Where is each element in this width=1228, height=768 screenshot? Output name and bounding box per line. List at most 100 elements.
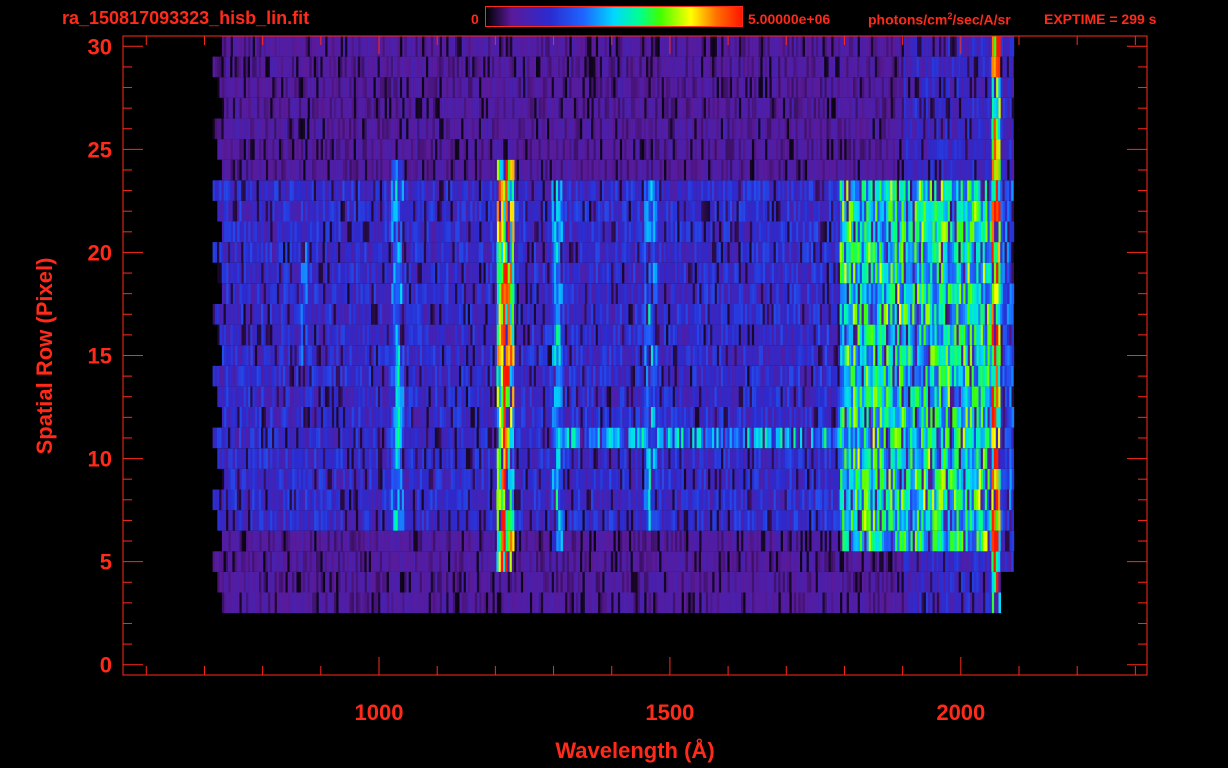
heatmap-cell <box>646 365 649 387</box>
heatmap-cell <box>862 530 865 552</box>
heatmap-cell <box>483 345 487 366</box>
heatmap-cell <box>292 345 295 366</box>
heatmap-cell <box>782 530 786 552</box>
heatmap-cell <box>316 386 319 407</box>
heatmap-cell <box>509 510 513 531</box>
heatmap-cell <box>311 551 315 572</box>
heatmap-cell <box>969 510 973 531</box>
heatmap-cell <box>888 592 891 614</box>
heatmap-cell <box>527 448 530 469</box>
heatmap-cell <box>424 530 427 552</box>
heatmap-cell <box>219 448 222 469</box>
heatmap-cell <box>738 551 741 572</box>
heatmap-cell <box>1005 530 1008 552</box>
heatmap-cell <box>287 427 290 449</box>
heatmap-cell <box>342 551 345 572</box>
heatmap-cell <box>549 345 553 366</box>
heatmap-cell <box>962 489 966 511</box>
heatmap-cell <box>729 324 733 346</box>
heatmap-cell <box>749 407 753 428</box>
heatmap-cell <box>615 427 618 449</box>
heatmap-cell <box>419 427 422 449</box>
heatmap-cell <box>252 468 256 490</box>
heatmap-cell <box>518 551 521 572</box>
heatmap-cell <box>446 530 449 552</box>
heatmap-cell <box>393 386 396 407</box>
heatmap-cell <box>670 407 674 428</box>
heatmap-cell <box>514 407 517 428</box>
heatmap-cell <box>345 407 348 428</box>
heatmap-cell <box>496 386 500 407</box>
heatmap-cell <box>390 365 394 387</box>
heatmap-cell <box>551 386 555 407</box>
heatmap-cell <box>624 365 627 387</box>
heatmap-cell <box>556 386 559 407</box>
heatmap-cell <box>756 489 759 511</box>
heatmap-cell <box>307 592 311 614</box>
heatmap-cell <box>270 386 273 407</box>
heatmap-cell <box>529 448 533 469</box>
heatmap-cell <box>263 571 266 593</box>
heatmap-cell <box>734 345 737 366</box>
heatmap-cell <box>334 592 337 614</box>
heatmap-cell <box>868 345 872 366</box>
heatmap-cell <box>437 510 440 531</box>
heatmap-cell <box>575 365 579 387</box>
heatmap-cell <box>696 324 700 346</box>
heatmap-cell <box>565 345 568 366</box>
heatmap-cell <box>538 345 542 366</box>
heatmap-cell <box>921 468 924 490</box>
heatmap-cell <box>490 407 493 428</box>
heatmap-cell <box>903 530 907 552</box>
heatmap-cell <box>798 530 801 552</box>
heatmap-cell <box>441 489 444 511</box>
heatmap-cell <box>982 427 986 449</box>
heatmap-cell <box>230 324 233 346</box>
heatmap-cell <box>659 448 662 469</box>
heatmap-cell <box>758 324 761 346</box>
heatmap-cell <box>245 427 249 449</box>
heatmap-cell <box>628 489 631 511</box>
heatmap-cell <box>569 448 572 469</box>
heatmap-cell <box>641 365 645 387</box>
heatmap-cell <box>714 468 718 490</box>
heatmap-cell <box>635 324 638 346</box>
heatmap-cell <box>248 530 251 552</box>
heatmap-cell <box>906 468 909 490</box>
heatmap-cell <box>637 386 640 407</box>
heatmap-cell <box>1011 345 1015 366</box>
heatmap-cell <box>413 448 416 469</box>
heatmap-cell <box>377 324 381 346</box>
heatmap-cell <box>762 448 766 469</box>
heatmap-cell <box>710 592 713 614</box>
heatmap-cell <box>778 592 781 614</box>
heatmap-cell <box>628 448 632 469</box>
heatmap-cell <box>391 468 394 490</box>
heatmap-cell <box>426 365 429 387</box>
heatmap-cell <box>371 407 374 428</box>
heatmap-cell <box>641 427 645 449</box>
heatmap-cell <box>780 489 783 511</box>
heatmap-cell <box>833 510 836 531</box>
heatmap-cell <box>756 571 759 593</box>
heatmap-cell <box>239 510 242 531</box>
heatmap-cell <box>899 448 902 469</box>
heatmap-cell <box>626 489 629 511</box>
heatmap-cell <box>485 345 489 366</box>
heatmap-cell <box>355 386 359 407</box>
heatmap-cell <box>721 592 724 614</box>
heatmap-cell <box>318 365 321 387</box>
heatmap-cell <box>256 386 260 407</box>
heatmap-cell <box>468 468 471 490</box>
heatmap-cell <box>619 489 623 511</box>
heatmap-cell <box>406 448 409 469</box>
heatmap-cell <box>318 407 322 428</box>
heatmap-cell <box>875 592 878 614</box>
heatmap-cell <box>298 592 302 614</box>
heatmap-cell <box>839 551 843 572</box>
heatmap-cell <box>329 468 333 490</box>
heatmap-cell <box>454 571 458 593</box>
heatmap-cell <box>905 571 909 593</box>
heatmap-cell <box>901 365 904 387</box>
heatmap-cell <box>912 551 915 572</box>
